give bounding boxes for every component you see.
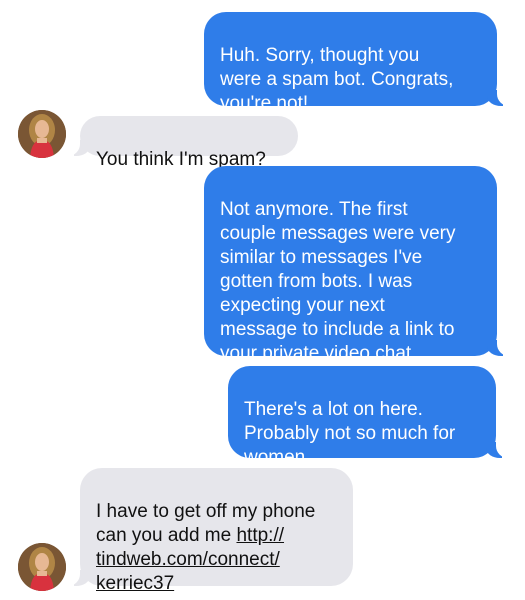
contact-avatar[interactable] <box>18 110 66 158</box>
message-text: Not anymore. The first couple messages w… <box>220 199 456 364</box>
received-message-bubble[interactable]: You think I'm spam? <box>66 116 298 170</box>
received-message-bubble[interactable]: I have to get off my phone can you add m… <box>66 468 353 594</box>
sent-message-bubble[interactable]: Not anymore. The first couple messages w… <box>204 166 511 364</box>
message-text: There's a lot on here. Probably not so m… <box>244 399 456 468</box>
message-text: Huh. Sorry, thought you were a spam bot.… <box>220 45 454 114</box>
contact-avatar[interactable] <box>18 543 66 591</box>
sent-message-bubble[interactable]: Huh. Sorry, thought you were a spam bot.… <box>204 12 511 114</box>
contact-photo-icon <box>18 110 66 158</box>
message-thread: Huh. Sorry, thought you were a spam bot.… <box>0 0 525 600</box>
sent-message-bubble[interactable]: There's a lot on here. Probably not so m… <box>228 366 510 468</box>
contact-photo-icon <box>18 543 66 591</box>
